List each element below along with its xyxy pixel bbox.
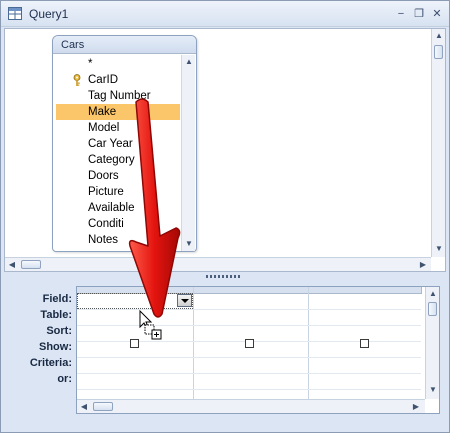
row-divider [77, 373, 421, 374]
scrollbar-thumb[interactable] [21, 260, 41, 269]
window-title: Query1 [29, 7, 69, 21]
field-item-label: CarID [88, 74, 119, 86]
scroll-left-icon[interactable]: ◀ [77, 400, 91, 414]
column-divider [308, 287, 309, 399]
row-divider [77, 357, 421, 358]
scrollbar-thumb[interactable] [93, 402, 113, 411]
title-bar[interactable]: Query1 − ❐ ✕ [1, 1, 449, 27]
drag-arrow-icon [128, 98, 181, 318]
show-checkbox[interactable] [245, 339, 254, 348]
scrollbar-thumb[interactable] [428, 302, 437, 316]
scroll-down-icon[interactable]: ▼ [426, 383, 440, 397]
show-checkbox[interactable] [130, 339, 139, 348]
scroll-up-icon[interactable]: ▲ [432, 29, 446, 43]
splitter-grip-icon[interactable] [206, 275, 242, 278]
scroll-right-icon[interactable]: ▶ [409, 400, 423, 414]
design-grid-vertical-scrollbar[interactable]: ▲ ▼ [425, 287, 439, 399]
column-selector[interactable] [308, 287, 422, 294]
restore-button[interactable]: ❐ [411, 7, 427, 21]
query-icon [8, 7, 22, 20]
scroll-right-icon[interactable]: ▶ [416, 258, 430, 272]
show-checkbox[interactable] [360, 339, 369, 348]
field-item-carid[interactable]: CarID [56, 72, 180, 88]
field-list-title: Cars [61, 39, 85, 51]
table-pane-horizontal-scrollbar[interactable]: ◀ ▶ [5, 257, 431, 271]
field-list-title-bar[interactable]: Cars [53, 36, 196, 54]
scroll-up-icon[interactable]: ▲ [426, 287, 440, 301]
scrollbar-thumb[interactable] [434, 45, 443, 59]
row-divider [77, 325, 421, 326]
column-divider [193, 287, 194, 399]
minimize-button[interactable]: − [393, 7, 409, 21]
column-selector[interactable] [193, 287, 309, 294]
design-grid-horizontal-scrollbar[interactable]: ◀ ▶ [77, 399, 425, 413]
row-divider [77, 389, 421, 390]
field-item-all[interactable]: * [56, 56, 180, 72]
scroll-left-icon[interactable]: ◀ [5, 258, 19, 272]
scroll-up-icon[interactable]: ▲ [182, 55, 196, 69]
scroll-down-icon[interactable]: ▼ [432, 242, 446, 256]
primary-key-icon [73, 74, 81, 86]
close-button[interactable]: ✕ [429, 7, 445, 21]
table-pane-vertical-scrollbar[interactable]: ▲ ▼ [431, 29, 445, 257]
